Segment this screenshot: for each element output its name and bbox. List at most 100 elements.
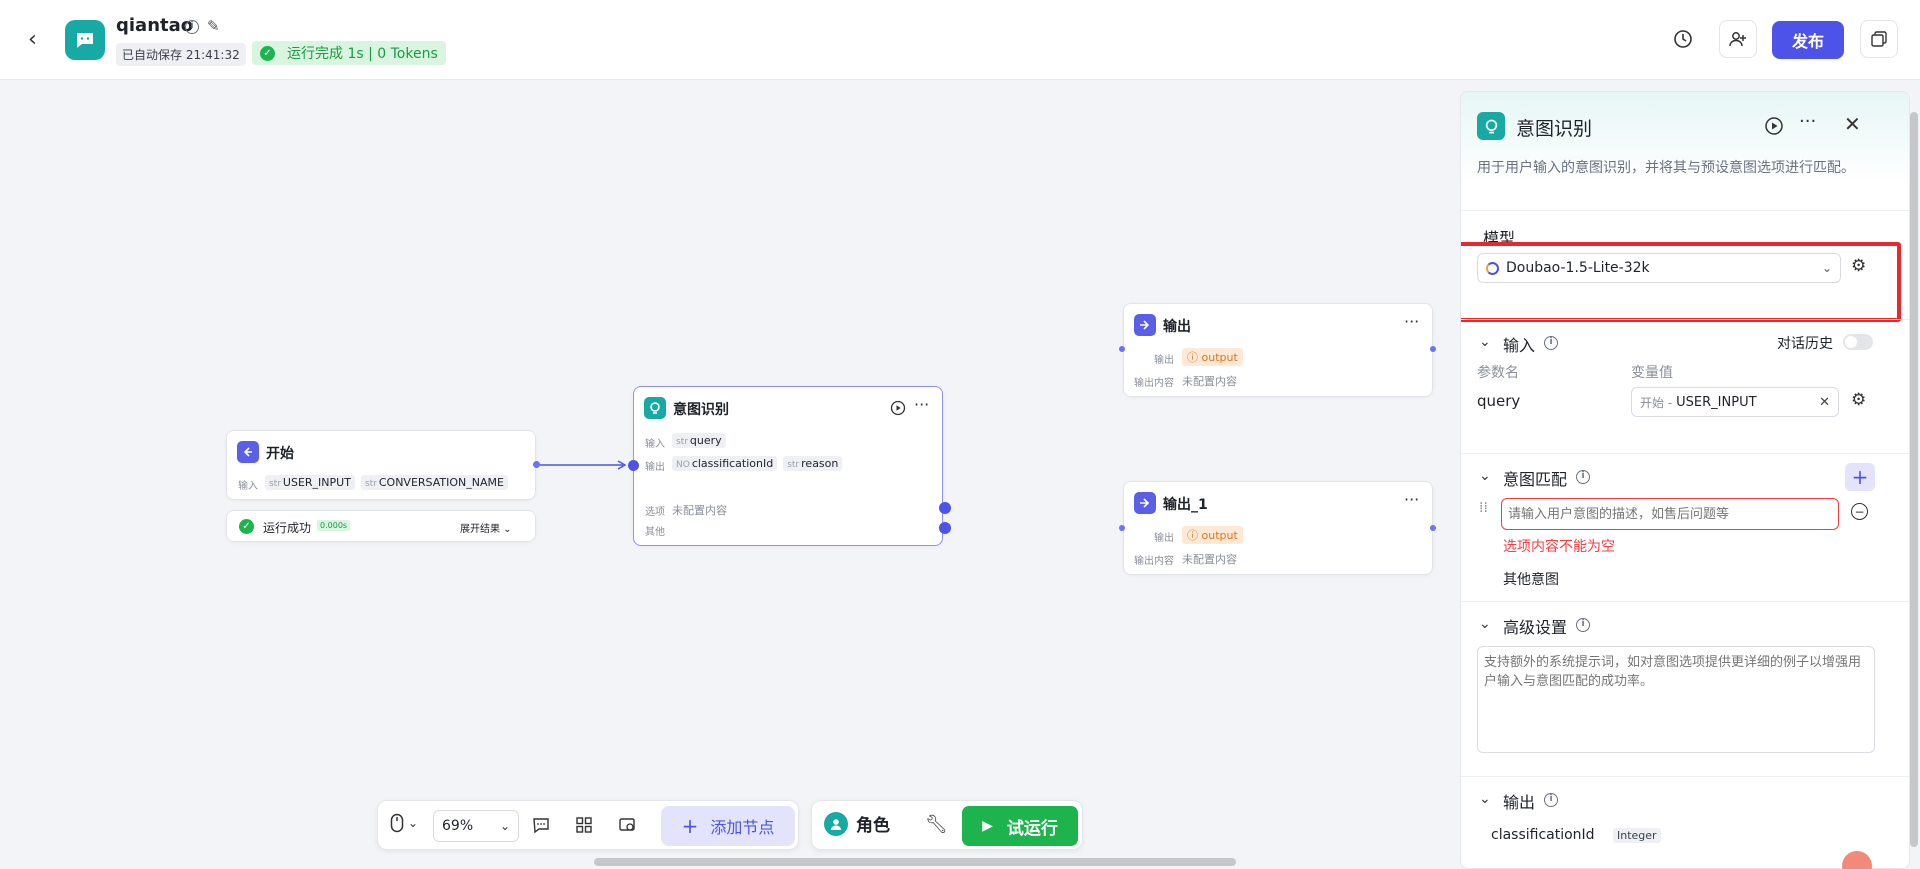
var-value-field[interactable]: 开始 - USER_INPUT ✕	[1631, 387, 1839, 417]
input-section: ⌄ 输入 i 对话历史 参数名 变量值 query 开始 - USER_INPU…	[1461, 319, 1909, 453]
intent-input[interactable]	[1501, 498, 1839, 530]
input-section-title: 输入	[1503, 336, 1536, 355]
var-tag: str reason	[783, 456, 843, 471]
output-input-port[interactable]	[1119, 346, 1125, 352]
more-icon[interactable]: ···	[1404, 490, 1419, 509]
play-icon: ▶	[982, 818, 993, 834]
clear-icon[interactable]: ✕	[1819, 395, 1830, 410]
output-section-title: 输出	[1503, 793, 1536, 812]
wrench-icon[interactable]: 🔧︎	[925, 814, 948, 835]
mouse-mode-dropdown[interactable]: ⌄	[390, 813, 418, 833]
top-bar: ‹ qiantao i ✎ 已自动保存 21:41:32 ✓ 运行完成 1s |…	[0, 0, 1920, 80]
info-icon[interactable]: i	[185, 20, 199, 34]
var-tag: NO classificationId	[672, 456, 778, 471]
intent-input-port[interactable]	[628, 460, 639, 471]
output-icon	[1134, 492, 1156, 514]
play-icon[interactable]	[890, 400, 906, 416]
more-icon[interactable]: ···	[1799, 111, 1816, 132]
add-node-button[interactable]: + 添加节点	[661, 806, 795, 846]
output-node-title: 输出	[1163, 319, 1191, 335]
close-icon[interactable]: ✕	[1844, 112, 1861, 136]
start-run-result: ✓ 运行成功 0.000s 展开结果 ⌄	[226, 510, 536, 542]
remove-intent-icon[interactable]: −	[1851, 503, 1868, 520]
role-button[interactable]: 角色	[824, 811, 890, 836]
chevron-down-icon[interactable]: ⌄	[1479, 791, 1491, 807]
collaborator-button[interactable]	[1719, 20, 1757, 58]
intent-node-title: 意图识别	[673, 402, 729, 418]
zoom-select[interactable]: 69% ⌄	[433, 810, 519, 842]
start-icon	[237, 441, 259, 463]
panel-description: 用于用户输入的意图识别，并将其与预设意图选项进行匹配。	[1477, 160, 1855, 176]
vertical-scrollbar[interactable]	[1910, 112, 1918, 847]
output-1-input-port[interactable]	[1119, 525, 1125, 531]
output-tag: ⓘ output	[1182, 348, 1243, 366]
chevron-down-icon: ⌄	[408, 816, 419, 830]
var-settings-icon[interactable]: ⚙︎	[1851, 390, 1866, 410]
var-name: USER_INPUT	[1676, 394, 1757, 410]
output-1-output-port[interactable]	[1430, 525, 1436, 531]
intent-other-port[interactable]	[939, 522, 951, 534]
horizontal-scrollbar[interactable]	[594, 858, 1236, 866]
intent-node[interactable]: 意图识别 ··· 输入 str query 输出 NO classification…	[633, 386, 943, 546]
mouse-icon	[390, 813, 404, 833]
canvas-toolbar: ⌄ 69% ⌄ + 添加节点	[377, 800, 799, 850]
add-node-label: 添加节点	[710, 818, 775, 837]
intent-option-port[interactable]	[939, 502, 951, 514]
minimap-icon[interactable]	[618, 816, 636, 834]
output-var-type: Integer	[1613, 828, 1661, 843]
output-tag: ⓘ output	[1182, 526, 1243, 544]
output-1-node[interactable]: 输出_1 ··· 输出 ⓘ output 输出内容 未配置内容	[1123, 481, 1433, 575]
option-label: 选项	[645, 507, 665, 518]
autosave-status: 已自动保存 21:41:32	[116, 43, 246, 66]
add-intent-button[interactable]: +	[1845, 463, 1875, 491]
panel-title: 意图识别	[1516, 118, 1593, 140]
other-label: 其他	[645, 527, 665, 538]
info-icon: i	[1544, 336, 1558, 350]
back-icon[interactable]: ‹	[28, 28, 48, 52]
system-prompt-textarea[interactable]	[1477, 646, 1875, 753]
chevron-down-icon[interactable]: ⌄	[1479, 616, 1491, 632]
start-output-port[interactable]	[533, 461, 540, 468]
success-icon: ✓	[260, 45, 275, 61]
intent-icon	[1477, 112, 1505, 140]
publish-button[interactable]: 发布	[1772, 21, 1844, 59]
edit-icon[interactable]: ✎	[207, 17, 220, 35]
intent-output-label: 输出	[645, 462, 665, 473]
output-label: 输出	[1154, 533, 1174, 544]
output-label: 输出	[1154, 355, 1174, 366]
more-icon[interactable]: ···	[1404, 312, 1419, 331]
comment-icon[interactable]	[532, 816, 550, 834]
model-highlight-box	[1461, 242, 1901, 322]
test-run-label: 试运行	[1006, 818, 1058, 839]
test-run-button[interactable]: ▶ 试运行	[962, 806, 1078, 846]
success-icon: ✓	[239, 519, 254, 534]
app-logo	[65, 20, 105, 60]
output-output-port[interactable]	[1430, 346, 1436, 352]
run-toolbar: 角色 🔧︎ ▶ 试运行	[811, 800, 1083, 850]
var-tag: str query	[672, 433, 726, 448]
output-node[interactable]: 输出 ··· 输出 ⓘ output 输出内容 未配置内容	[1123, 303, 1433, 397]
start-node[interactable]: 开始 输入 str USER_INPUT str CONVERSATION_NAME	[226, 430, 536, 500]
copy-button[interactable]	[1860, 20, 1898, 58]
var-source: 开始 -	[1640, 395, 1673, 410]
chevron-down-icon[interactable]: ⌄	[1479, 468, 1491, 484]
intent-error-text: 选项内容不能为空	[1503, 539, 1615, 555]
layout-icon[interactable]	[575, 816, 593, 834]
history-toggle[interactable]	[1843, 334, 1873, 350]
expand-result-button[interactable]: 展开结果 ⌄	[460, 520, 512, 535]
advanced-section-title: 高级设置	[1503, 618, 1568, 637]
output-icon	[1134, 314, 1156, 336]
run-status-text: 运行完成 1s | 0 Tokens	[287, 46, 438, 62]
drag-handle-icon[interactable]: ⁞⁞	[1479, 501, 1488, 515]
start-input-label: 输入	[238, 481, 258, 492]
info-icon: i	[1544, 793, 1558, 807]
history-icon[interactable]	[1672, 28, 1694, 50]
output-content-value: 未配置内容	[1182, 553, 1237, 566]
avatar	[824, 811, 848, 836]
chevron-down-icon: ⌄	[499, 819, 510, 833]
chevron-down-icon[interactable]: ⌄	[1479, 334, 1491, 350]
more-icon[interactable]: ···	[914, 395, 929, 414]
node-config-panel: 意图识别 ··· ✕ 用于用户输入的意图识别，并将其与预设意图选项进行匹配。 模…	[1460, 91, 1910, 869]
play-icon[interactable]	[1764, 116, 1784, 136]
advanced-section: ⌄ 高级设置 i	[1461, 601, 1909, 776]
